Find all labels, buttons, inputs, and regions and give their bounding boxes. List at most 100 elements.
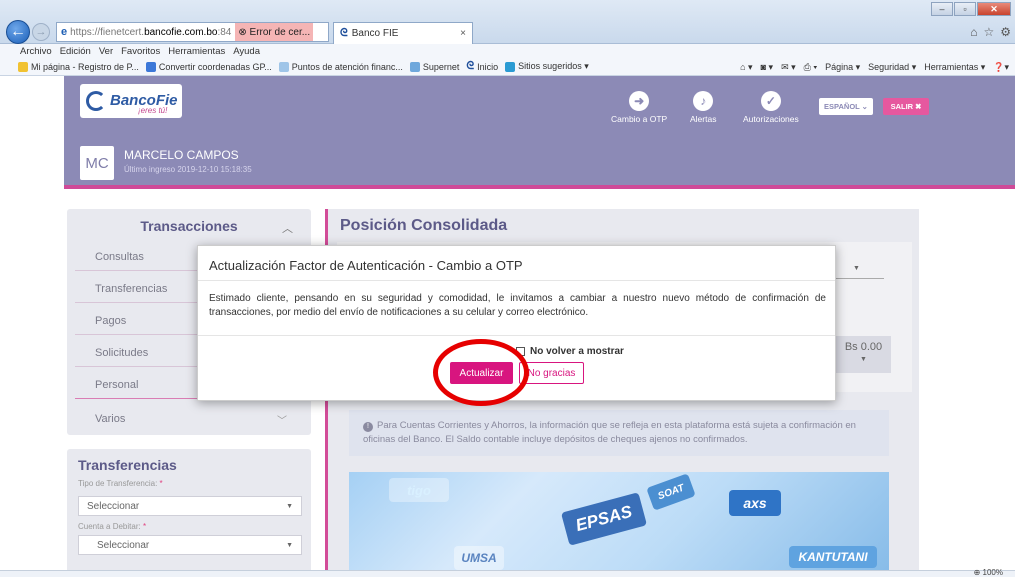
fav-item-convertir[interactable]: Convertir coordenadas GP... (145, 61, 272, 72)
bancofie-favicon-icon: ᘓ (340, 27, 348, 39)
browser-right-icons: ⌂ ☆ ⚙ (970, 25, 1011, 39)
transfer-type-label: Tipo de Transferencia: * (78, 479, 163, 488)
fav-item-sitios[interactable]: Sitios sugeridos ▾ (505, 61, 589, 72)
fav-item-puntos[interactable]: Puntos de atención financ... (278, 61, 403, 72)
feeds-icon[interactable]: ◙ ▾ (761, 62, 773, 73)
sidebar-item-label: Transferencias (95, 282, 168, 295)
fav-label: Inicio (477, 61, 499, 72)
sidebar-item-label: Personal (95, 378, 139, 391)
transfer-form-title: Transferencias (78, 457, 177, 473)
balance-dropdown[interactable]: Bs 0.00 ▼ (836, 336, 891, 373)
banner-tigo: tigo (389, 478, 449, 502)
maximize-button[interactable]: ▫ (954, 2, 976, 16)
cmd-pagina[interactable]: Página ▾ (825, 62, 860, 73)
mail-icon[interactable]: ✉ ▾ (781, 62, 796, 73)
info-text: Para Cuentas Corrientes y Ahorros, la in… (363, 420, 856, 445)
modal-divider (198, 335, 835, 336)
menu-ayuda[interactable]: Ayuda (233, 46, 260, 57)
fav-label: Sitios sugeridos ▾ (518, 61, 589, 71)
url-text: https://fienetcert.bancofie.com.bo:84 (70, 26, 232, 38)
checkbox-box[interactable] (516, 347, 525, 356)
select-value: Seleccionar (97, 539, 150, 551)
banner-axs: axs (729, 490, 781, 516)
menu-favoritos[interactable]: Favoritos (121, 46, 160, 57)
header-action-alertas[interactable]: ♪ Alertas (690, 91, 716, 124)
bancofie-logo[interactable]: BancoFie ¡eres tú! (80, 84, 182, 118)
tab-banco-fie[interactable]: ᘓ Banco FIE × (333, 22, 473, 44)
home-icon[interactable]: ⌂ (970, 25, 977, 39)
header-accent-line (64, 185, 1015, 189)
address-bar[interactable]: e https://fienetcert.bancofie.com.bo:84 … (56, 22, 329, 42)
tab-close-icon[interactable]: × (460, 28, 466, 39)
checkbox-label: No volver a mostrar (530, 346, 624, 357)
fav-item-mi-pagina[interactable]: Mi página - Registro de P... (18, 61, 139, 72)
cmd-seguridad[interactable]: Seguridad ▾ (868, 62, 916, 73)
menu-herramientas[interactable]: Herramientas (168, 46, 225, 57)
modal-divider (198, 280, 835, 281)
logout-button[interactable]: SALIR ✖ (883, 98, 929, 115)
minimize-button[interactable]: – (931, 2, 953, 16)
menu-bar: Archivo Edición Ver Favoritos Herramient… (0, 44, 1015, 58)
help-icon[interactable]: ❓▾ (993, 62, 1009, 73)
ie-icon: e (61, 26, 68, 38)
modal-body: Estimado cliente, pensando en su segurid… (209, 293, 826, 318)
debit-account-select[interactable]: Seleccionar ▼ (78, 535, 302, 555)
logo-tagline: ¡eres tú! (138, 106, 168, 115)
sidebar-item-label: Solicitudes (95, 346, 149, 359)
status-bar (0, 570, 1015, 577)
chevron-down-icon: ﹀ (277, 415, 287, 427)
fav-label: Puntos de atención financ... (291, 61, 403, 72)
header-action-label: Alertas (690, 114, 717, 124)
certificate-error-badge[interactable]: ⊗ Error de cer... (235, 23, 314, 41)
arrow-right-icon: ➜ (629, 91, 650, 111)
web-page-icon (145, 61, 156, 72)
select-value: Seleccionar (87, 500, 140, 512)
shield-error-icon: ⊗ (238, 26, 250, 38)
avatar: MC (80, 146, 114, 180)
user-name: MARCELO CAMPOS (124, 148, 239, 162)
fav-item-inicio[interactable]: ᘓ Inicio (466, 60, 498, 73)
menu-edicion[interactable]: Edición (60, 46, 91, 57)
menu-ver[interactable]: Ver (99, 46, 113, 57)
header-action-cambio-otp[interactable]: ➜ Cambio a OTP (611, 91, 667, 124)
header-action-autorizaciones[interactable]: ✓ Autorizaciones (743, 91, 799, 124)
web-page-icon (278, 61, 289, 72)
settings-gear-icon[interactable]: ⚙ (1000, 25, 1011, 39)
otp-update-modal: Actualización Factor de Autenticación - … (197, 245, 836, 401)
transfer-type-select[interactable]: Seleccionar ▼ (78, 496, 302, 516)
header-action-label: Cambio a OTP (611, 114, 668, 124)
debit-account-label: Cuenta a Debitar: * (78, 522, 147, 531)
home-icon[interactable]: ⌂ ▾ (740, 62, 752, 73)
favorites-star-icon (18, 61, 28, 72)
menu-archivo[interactable]: Archivo (20, 46, 52, 57)
promo-banner[interactable]: tigo SOAT EPSAS axs UMSA KANTUTANI (349, 472, 889, 577)
forward-button[interactable]: → (32, 23, 50, 41)
language-selector[interactable]: ESPAÑOL ⌄ (819, 98, 873, 115)
bancofie-logo-mark-icon (86, 91, 106, 111)
caret-down-icon: ▼ (286, 541, 293, 549)
update-button[interactable]: Actualizar (450, 362, 513, 384)
balance-value: Bs 0.00 (844, 341, 883, 353)
transactions-menu-title[interactable]: Transacciones (67, 209, 311, 243)
page-title: Posición Consolidada (340, 217, 508, 234)
sidebar-item-varios[interactable]: Varios ﹀ (75, 405, 303, 433)
favorites-bar: Mi página - Registro de P... Convertir c… (0, 58, 1015, 76)
command-bar: ⌂ ▾ ◙ ▾ ✉ ▾ ⎙ ▾ Página ▾ Seguridad ▾ Her… (740, 58, 1009, 76)
transfer-form: Transferencias Tipo de Transferencia: * … (67, 449, 311, 577)
window-controls: – ▫ ✕ (931, 2, 1011, 16)
print-icon[interactable]: ⎙ ▾ (804, 62, 817, 73)
dont-show-again-checkbox[interactable]: No volver a mostrar (516, 346, 624, 357)
no-thanks-button[interactable]: No gracias (519, 362, 584, 384)
favorites-star-icon[interactable]: ☆ (983, 25, 994, 39)
back-button[interactable]: ← (6, 20, 30, 44)
chevron-up-icon[interactable]: ︿ (282, 220, 293, 236)
cmd-herramientas[interactable]: Herramientas ▾ (924, 62, 985, 73)
check-circle-icon: ✓ (760, 91, 781, 111)
fav-item-supernet[interactable]: Supernet (409, 61, 459, 72)
fav-label: Convertir coordenadas GP... (158, 61, 272, 72)
modal-title: Actualización Factor de Autenticación - … (209, 258, 523, 273)
close-window-button[interactable]: ✕ (977, 2, 1011, 16)
info-icon: ! (363, 422, 373, 432)
caret-down-icon[interactable]: ▼ (853, 265, 860, 272)
zoom-level[interactable]: ⊕ 100% (974, 568, 1003, 577)
